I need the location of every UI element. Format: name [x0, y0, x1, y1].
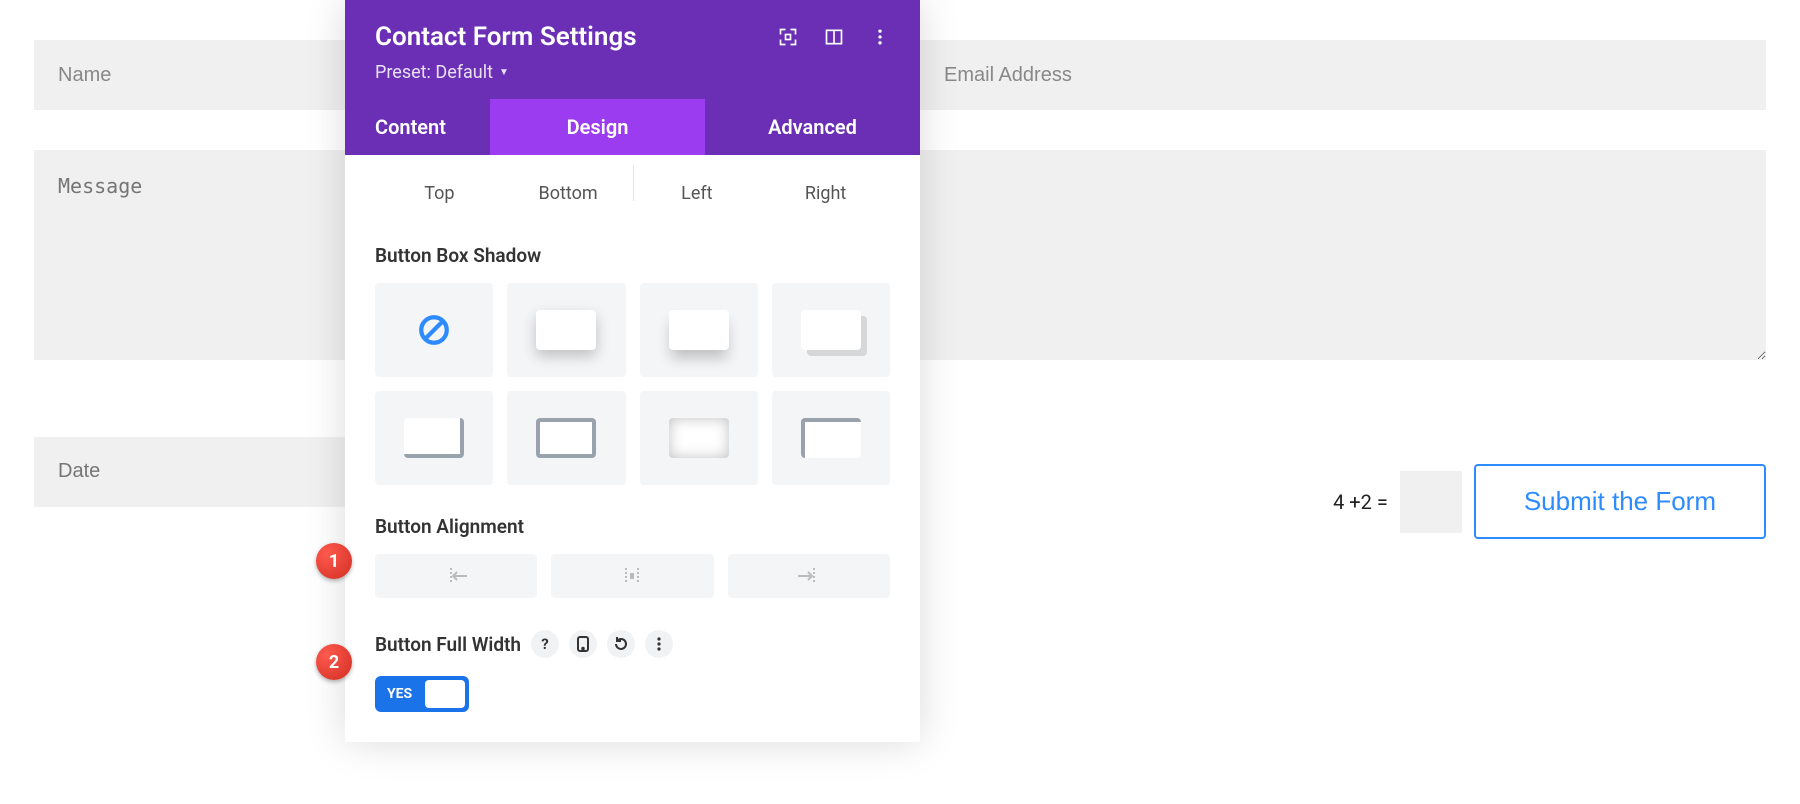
shadow-option-2[interactable]: [640, 283, 758, 377]
box-shadow-section-label: Button Box Shadow: [375, 244, 890, 267]
captcha-label: 4 +2 =: [1333, 490, 1388, 514]
spacing-bottom-label: Bottom: [504, 183, 633, 204]
panel-header: Contact Form Settings Preset: Default ▼: [345, 0, 920, 99]
captcha-input[interactable]: [1400, 471, 1462, 533]
reset-icon[interactable]: [607, 630, 635, 658]
align-right-button[interactable]: [728, 554, 890, 598]
submit-button[interactable]: Submit the Form: [1474, 464, 1766, 539]
more-options-icon[interactable]: [645, 630, 673, 658]
expand-icon[interactable]: [778, 27, 798, 47]
alignment-section-label: Button Alignment: [375, 515, 890, 538]
spacing-right-label: Right: [761, 183, 890, 204]
box-shadow-grid: [375, 283, 890, 485]
align-left-button[interactable]: [375, 554, 537, 598]
device-mobile-icon[interactable]: [569, 630, 597, 658]
shadow-option-6[interactable]: [640, 391, 758, 485]
align-center-button[interactable]: [551, 554, 713, 598]
fullwidth-toggle[interactable]: YES: [375, 676, 469, 712]
tab-design[interactable]: Design: [490, 99, 705, 155]
shadow-option-5[interactable]: [507, 391, 625, 485]
alignment-options: [375, 554, 890, 598]
tab-content[interactable]: Content: [345, 99, 490, 155]
spacing-labels-row: Top Bottom Left Right: [375, 165, 890, 214]
tab-bar: Content Design Advanced: [345, 99, 920, 155]
panel-title: Contact Form Settings: [375, 22, 637, 52]
fullwidth-section-label: Button Full Width: [375, 633, 521, 656]
shadow-option-7[interactable]: [772, 391, 890, 485]
chevron-down-icon: ▼: [499, 67, 509, 78]
shadow-option-3[interactable]: [772, 283, 890, 377]
more-menu-icon[interactable]: [870, 27, 890, 47]
tab-advanced[interactable]: Advanced: [705, 99, 920, 155]
shadow-option-4[interactable]: [375, 391, 493, 485]
preset-label: Preset: Default: [375, 62, 493, 83]
preset-selector[interactable]: Preset: Default ▼: [375, 62, 890, 83]
help-icon[interactable]: ?: [531, 630, 559, 658]
split-view-icon[interactable]: [824, 27, 844, 47]
email-field[interactable]: [920, 40, 1766, 110]
toggle-knob: [425, 680, 465, 708]
callout-2: 2: [316, 644, 352, 680]
settings-panel: Contact Form Settings Preset: Default ▼ …: [345, 0, 920, 742]
shadow-option-none[interactable]: [375, 283, 493, 377]
toggle-yes-label: YES: [387, 686, 412, 702]
spacing-left-label: Left: [633, 183, 762, 204]
spacing-top-label: Top: [375, 183, 504, 204]
shadow-option-1[interactable]: [507, 283, 625, 377]
callout-1: 1: [316, 543, 352, 579]
